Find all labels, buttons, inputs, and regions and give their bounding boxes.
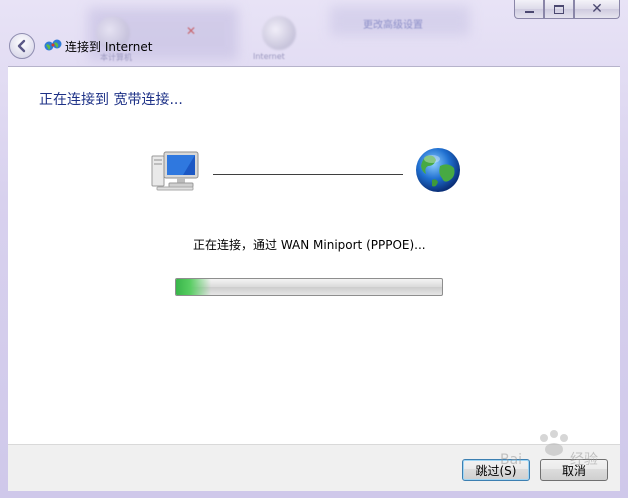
svg-text:Bai: Bai — [500, 452, 522, 468]
globe-icon — [416, 148, 460, 192]
back-button[interactable] — [9, 33, 35, 59]
close-button[interactable]: ✕ — [574, 0, 620, 19]
background-link-text: 更改高级设置 — [363, 20, 423, 31]
connection-line — [213, 174, 403, 175]
window-title: 连接到 Internet — [65, 40, 153, 54]
maximize-icon — [554, 4, 564, 14]
connection-status: 正在连接，通过 WAN Miniport (PPPOE)... — [193, 238, 426, 252]
background-error-icon: ✕ — [186, 24, 197, 38]
minimize-button[interactable] — [514, 0, 544, 19]
background-internet-icon — [262, 16, 296, 50]
progress-fill — [176, 279, 211, 295]
watermark-logo: Bai 经验 — [500, 430, 598, 468]
content-panel — [8, 66, 620, 445]
close-icon: ✕ — [591, 1, 603, 17]
progress-bar — [175, 278, 443, 296]
maximize-button[interactable] — [544, 0, 574, 19]
caption-buttons: ✕ — [514, 0, 620, 19]
network-connection-icon — [44, 39, 62, 51]
minimize-icon — [524, 10, 534, 13]
background-label: Internet — [253, 52, 285, 61]
back-arrow-icon — [17, 39, 26, 53]
page-title: 正在连接到 宽带连接... — [39, 92, 183, 108]
svg-text:经验: 经验 — [570, 452, 598, 468]
computer-icon — [151, 151, 199, 191]
